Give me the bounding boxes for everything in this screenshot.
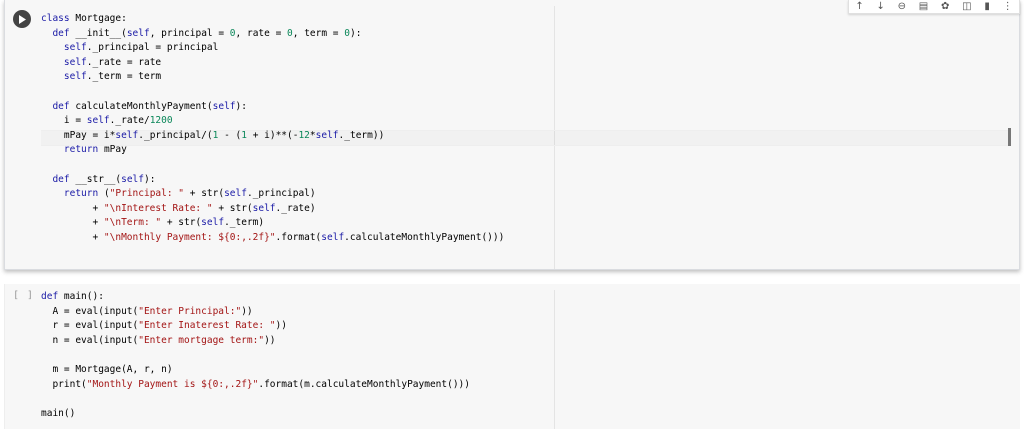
- code-line: self._principal = principal: [63, 42, 219, 54]
- code-line: return ("Principal: " + str(self._princi…: [63, 188, 316, 200]
- code-line: mPay = i*self._principal/(1 - (1 + i)**(…: [41, 129, 385, 141]
- code-editor[interactable]: class Mortgage: def __init__(self, princ…: [41, 12, 504, 246]
- code-line: A = eval(input("Enter Principal:")): [41, 305, 253, 317]
- more-icon[interactable]: ⋮: [1003, 1, 1013, 12]
- settings-icon[interactable]: ✿: [941, 1, 949, 12]
- code-line: def main():: [41, 291, 104, 302]
- code-line: + "\nMonthly Payment: ${0:,.2f}".format(…: [41, 231, 505, 243]
- cell-toolbar: ↑ ↓ ⊖ ▤ ✿ ◫ ▮ ⋮: [848, 0, 1020, 14]
- code-line: n = eval(input("Enter mortgage term:")): [41, 334, 276, 346]
- code-line: i = self._rate/1200: [41, 115, 173, 127]
- column-ruler: [554, 290, 555, 429]
- move-down-icon[interactable]: ↓: [877, 1, 885, 12]
- mirror-cell-icon[interactable]: ◫: [962, 1, 971, 12]
- code-line: r = eval(input("Enter Inaterest Rate: ")…: [41, 320, 287, 332]
- code-line: def calculateMonthlyPayment(self):: [52, 100, 247, 112]
- scrollbar-thumb[interactable]: [1008, 128, 1011, 146]
- link-icon[interactable]: ⊖: [898, 1, 906, 12]
- code-cell-mortgage-class[interactable]: class Mortgage: def __init__(self, princ…: [4, 0, 1020, 270]
- code-line: + "\nInterest Rate: " + str(self._rate): [41, 202, 316, 214]
- delete-icon[interactable]: ▮: [984, 1, 990, 12]
- execution-count: [ ]: [13, 290, 35, 301]
- code-line: m = Mortgage(A, r, n): [41, 363, 173, 375]
- code-line: + "\nTerm: " + str(self._term): [41, 217, 265, 229]
- comment-icon[interactable]: ▤: [919, 1, 928, 12]
- play-icon: [19, 14, 26, 24]
- code-line: main(): [41, 407, 76, 419]
- code-line: class Mortgage:: [41, 13, 127, 24]
- code-line: self._term = term: [63, 71, 162, 83]
- run-cell-button[interactable]: [13, 10, 31, 28]
- code-line: print("Monthly Payment is ${0:,.2f}".for…: [41, 378, 470, 390]
- code-editor[interactable]: def main(): A = eval(input("Enter Princi…: [41, 290, 470, 421]
- code-line: def __init__(self, principal = 0, rate =…: [52, 27, 362, 39]
- code-cell-main[interactable]: [ ] def main(): A = eval(input("Enter Pr…: [4, 284, 1020, 429]
- code-line: return mPay: [63, 144, 127, 156]
- move-up-icon[interactable]: ↑: [855, 1, 863, 12]
- code-line: def __str__(self):: [52, 173, 156, 185]
- code-line: self._rate = rate: [63, 56, 162, 68]
